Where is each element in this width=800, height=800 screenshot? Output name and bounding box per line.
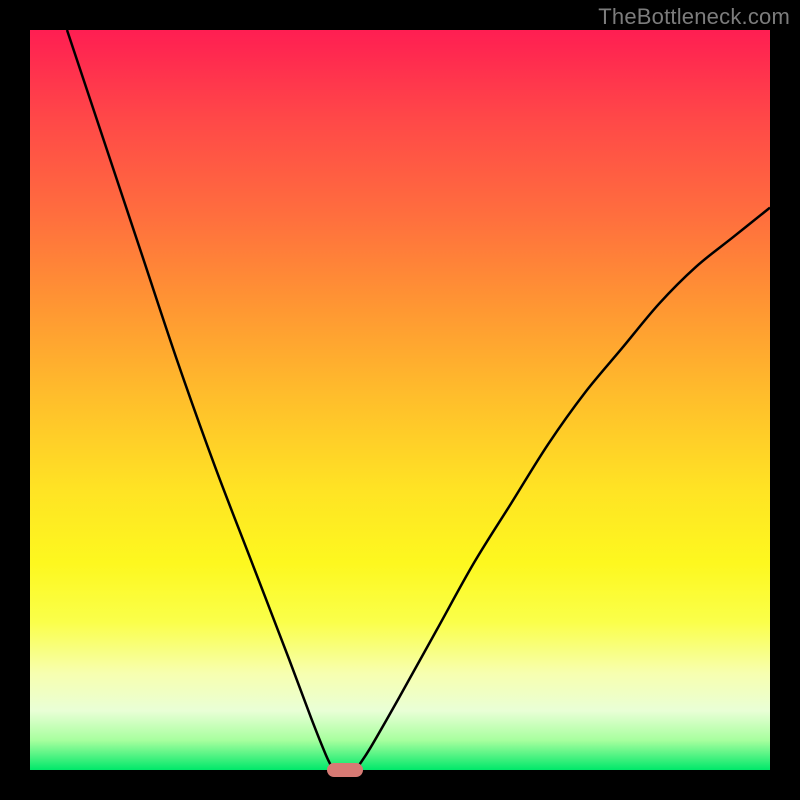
- chart-container: TheBottleneck.com: [0, 0, 800, 800]
- curve-layer: [30, 30, 770, 770]
- left-branch-curve: [67, 30, 333, 770]
- minimum-marker: [327, 763, 363, 777]
- plot-area: [30, 30, 770, 770]
- right-branch-curve: [356, 208, 770, 770]
- watermark-text: TheBottleneck.com: [598, 4, 790, 30]
